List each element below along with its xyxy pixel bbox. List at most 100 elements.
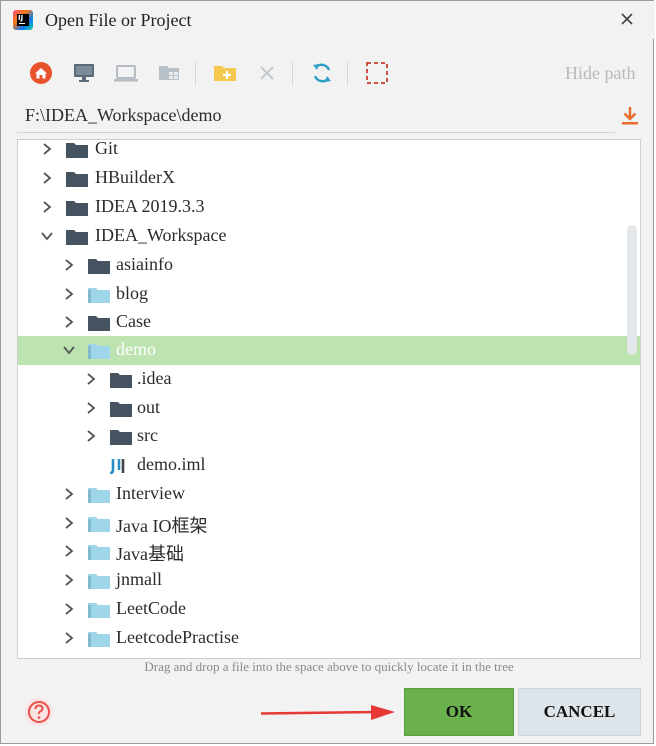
- help-button[interactable]: [23, 696, 55, 728]
- folder-dark-icon: [110, 402, 132, 417]
- red-arrow-icon: [260, 705, 395, 720]
- path-row: [17, 99, 641, 135]
- tree-node[interactable]: IDEA 2019.3.3: [18, 193, 640, 222]
- tree-node[interactable]: HBuilderX: [18, 164, 640, 193]
- chevron-right-icon[interactable]: [62, 631, 76, 645]
- folder-dark-icon: [110, 373, 132, 388]
- tree-node-label: blog: [116, 283, 149, 303]
- download-button[interactable]: [619, 105, 641, 127]
- tree-node-label: IDEA_Workspace: [95, 225, 227, 245]
- toolbar-separator: [347, 62, 348, 86]
- chevron-right-icon[interactable]: [62, 315, 76, 329]
- refresh-icon: [313, 63, 331, 83]
- cancel-button[interactable]: CANCEL: [518, 688, 641, 736]
- delete-button[interactable]: [253, 59, 281, 87]
- chevron-right-icon[interactable]: [62, 573, 76, 587]
- tree-node-label: LeetcodePractise: [116, 627, 239, 647]
- path-input[interactable]: [17, 99, 615, 133]
- folder-dark-icon: [88, 316, 110, 331]
- tree-node-label: src: [137, 425, 158, 445]
- chevron-right-icon[interactable]: [84, 372, 98, 386]
- tree-node-label: asiainfo: [116, 254, 173, 274]
- chevron-right-icon[interactable]: [62, 544, 76, 558]
- tree-node[interactable]: LeetcodePractise: [18, 624, 640, 653]
- chevron-right-icon[interactable]: [40, 171, 54, 185]
- folder-dark-icon: [66, 230, 88, 245]
- tree-node-label: Java IO框架: [116, 516, 208, 536]
- project-folder-icon: [88, 344, 110, 359]
- toolbar-separator: [195, 62, 196, 86]
- tree-node[interactable]: Interview: [18, 480, 640, 509]
- home-icon: [30, 62, 52, 84]
- chevron-right-icon[interactable]: [40, 142, 54, 156]
- chevron-right-icon[interactable]: [62, 602, 76, 616]
- tree-node-label: .idea: [137, 368, 172, 388]
- tree-node-label: IDEA 2019.3.3: [95, 196, 205, 216]
- tree-node-label: HBuilderX: [95, 167, 175, 187]
- tree-node[interactable]: src: [18, 422, 640, 451]
- tree-node[interactable]: blog: [18, 280, 640, 309]
- tree-node[interactable]: LeetCode: [18, 595, 640, 624]
- project-folder-icon: [88, 517, 110, 532]
- modules-icon: [159, 66, 179, 80]
- tree-node-label: Case: [116, 311, 151, 331]
- tree-node[interactable]: asiainfo: [18, 251, 640, 280]
- new-folder-button[interactable]: [211, 59, 239, 87]
- tree-node-label: LeetCode: [116, 598, 186, 618]
- tree-node[interactable]: jnmall: [18, 566, 640, 595]
- ok-button[interactable]: OK: [404, 688, 514, 736]
- laptop-icon: [114, 65, 138, 82]
- chevron-right-icon[interactable]: [62, 487, 76, 501]
- tree-scrollbar[interactable]: [627, 225, 637, 355]
- project-folder-icon: [88, 288, 110, 303]
- tree-node-label: out: [137, 397, 161, 417]
- new-folder-icon: [214, 66, 236, 81]
- toolbar-separator: [292, 62, 293, 86]
- download-icon: [622, 107, 638, 125]
- folder-dark-icon: [66, 172, 88, 187]
- tree-node-label: Git: [95, 139, 119, 158]
- folder-dark-icon: [66, 201, 88, 216]
- chevron-right-icon[interactable]: [62, 287, 76, 301]
- folder-dark-icon: [66, 143, 88, 158]
- file-tree[interactable]: Git HBuilderX IDEA 2019.3.3 IDEA_Workspa…: [17, 139, 641, 659]
- project-folder-icon: [88, 632, 110, 647]
- select-button[interactable]: [363, 59, 391, 87]
- folder-dark-icon: [88, 259, 110, 274]
- project-folder-icon: [88, 488, 110, 503]
- refresh-button[interactable]: [308, 59, 336, 87]
- dialog-title: Open File or Project: [45, 10, 192, 30]
- desktop-icon: [74, 64, 94, 82]
- close-icon: [621, 13, 633, 25]
- laptop-button[interactable]: [112, 59, 140, 87]
- tree-node[interactable]: IDEA_Workspace: [18, 222, 640, 251]
- tree-node[interactable]: Java IO框架: [18, 509, 640, 538]
- chevron-down-icon[interactable]: [40, 229, 54, 243]
- chevron-right-icon[interactable]: [40, 200, 54, 214]
- tree-node[interactable]: out: [18, 394, 640, 423]
- hide-path-link[interactable]: Hide path: [565, 63, 635, 84]
- title-bar: IJ Open File or Project: [1, 1, 655, 39]
- tree-node-label: demo: [116, 339, 156, 359]
- chevron-right-icon[interactable]: [84, 401, 98, 415]
- desktop-button[interactable]: [70, 59, 98, 87]
- dashed-square-icon: [366, 62, 388, 84]
- chevron-down-icon[interactable]: [62, 343, 76, 357]
- tree-node[interactable]: demo.iml: [18, 451, 640, 480]
- tree-node-selected[interactable]: demo: [18, 336, 640, 365]
- tree-node[interactable]: .idea: [18, 365, 640, 394]
- chevron-right-icon[interactable]: [62, 516, 76, 530]
- tree-node-label: demo.iml: [137, 454, 206, 474]
- project-folder-icon: [88, 574, 110, 589]
- open-file-dialog: IJ Open File or Project Hide path F:\IDE…: [0, 0, 655, 744]
- chevron-right-icon[interactable]: [84, 429, 98, 443]
- delete-icon: [260, 66, 274, 80]
- modules-button[interactable]: [156, 59, 184, 87]
- close-button[interactable]: [615, 7, 639, 31]
- project-folder-icon: [88, 545, 110, 560]
- tree-node[interactable]: Java基础: [18, 537, 640, 566]
- tree-node[interactable]: Case: [18, 308, 640, 337]
- home-button[interactable]: [27, 59, 55, 87]
- chevron-right-icon[interactable]: [62, 258, 76, 272]
- tree-node[interactable]: Git: [18, 139, 640, 164]
